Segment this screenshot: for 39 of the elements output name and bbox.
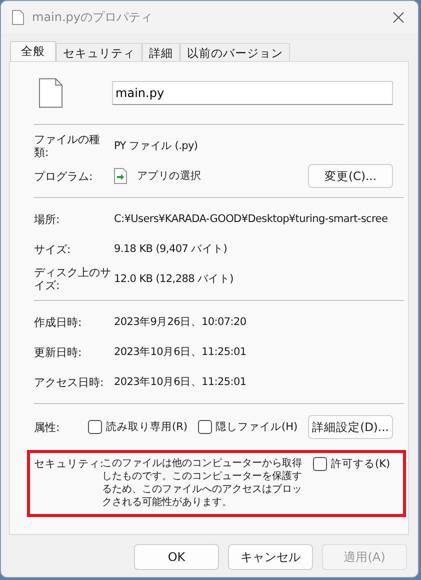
field-value: 2023年10月6日、11:25:01	[114, 375, 246, 389]
checkbox[interactable]	[313, 457, 327, 471]
tab[interactable]: 詳細	[142, 43, 180, 63]
field-label: 作成日時:	[34, 316, 83, 328]
field-label: サイズ:	[34, 242, 72, 256]
field-label: ファイルの種類:	[34, 133, 101, 159]
checkbox-label: 読み取り専用(R)	[106, 420, 188, 434]
field-value: 2023年10月6日、11:25:01	[114, 345, 246, 359]
close-icon[interactable]	[393, 12, 404, 22]
file-icon	[39, 78, 63, 108]
field-value: PY ファイル (.py)	[114, 139, 198, 153]
checkbox-label: 隠しファイル(H)	[216, 420, 298, 434]
field-value: 2023年9月26日、10:07:20	[114, 315, 246, 329]
field-label: 場所:	[34, 212, 61, 226]
dialog-button[interactable]: OK	[134, 544, 219, 570]
tab[interactable]: 全般	[10, 41, 56, 63]
change-button[interactable]: 変更(C)...	[308, 164, 393, 188]
tab[interactable]: セキュリティ	[56, 43, 142, 63]
field-label: 更新日時:	[34, 346, 83, 358]
field-value: 9.18 KB (9,407 バイト)	[114, 242, 228, 256]
file-name-field[interactable]: main.py	[112, 81, 393, 105]
field-label: アクセス日時:	[34, 376, 105, 388]
file-icon	[12, 10, 24, 24]
checkbox-label: 許可する(K)	[331, 457, 390, 471]
field-value: C:¥Users¥KARADA-GOOD¥Desktop¥turing-smart-scree	[114, 213, 388, 225]
checkbox[interactable]	[198, 420, 212, 434]
field-value: アプリの選択	[137, 169, 202, 183]
app-file-icon	[114, 168, 127, 184]
field-label: ディスク上のサイズ:	[34, 266, 112, 292]
window-title: main.pyのプロパティ	[32, 8, 154, 26]
dialog-button[interactable]: キャンセル	[228, 544, 313, 570]
security-message: このファイルは他のコンピューターから取得したものです。このコンピューターを保護するため、このファイルへのアクセスはブロックされる可能性があります。	[102, 457, 303, 509]
field-label: プログラム:	[34, 170, 94, 182]
checkbox[interactable]	[88, 420, 102, 434]
field-label: セキュリティ:	[34, 457, 102, 471]
field-value: 12.0 KB (12,288 バイト)	[114, 272, 234, 286]
advanced-button[interactable]: 詳細設定(D)...	[308, 415, 393, 439]
tab[interactable]: 以前のバージョン	[180, 43, 290, 63]
field-label: 属性:	[34, 420, 61, 434]
